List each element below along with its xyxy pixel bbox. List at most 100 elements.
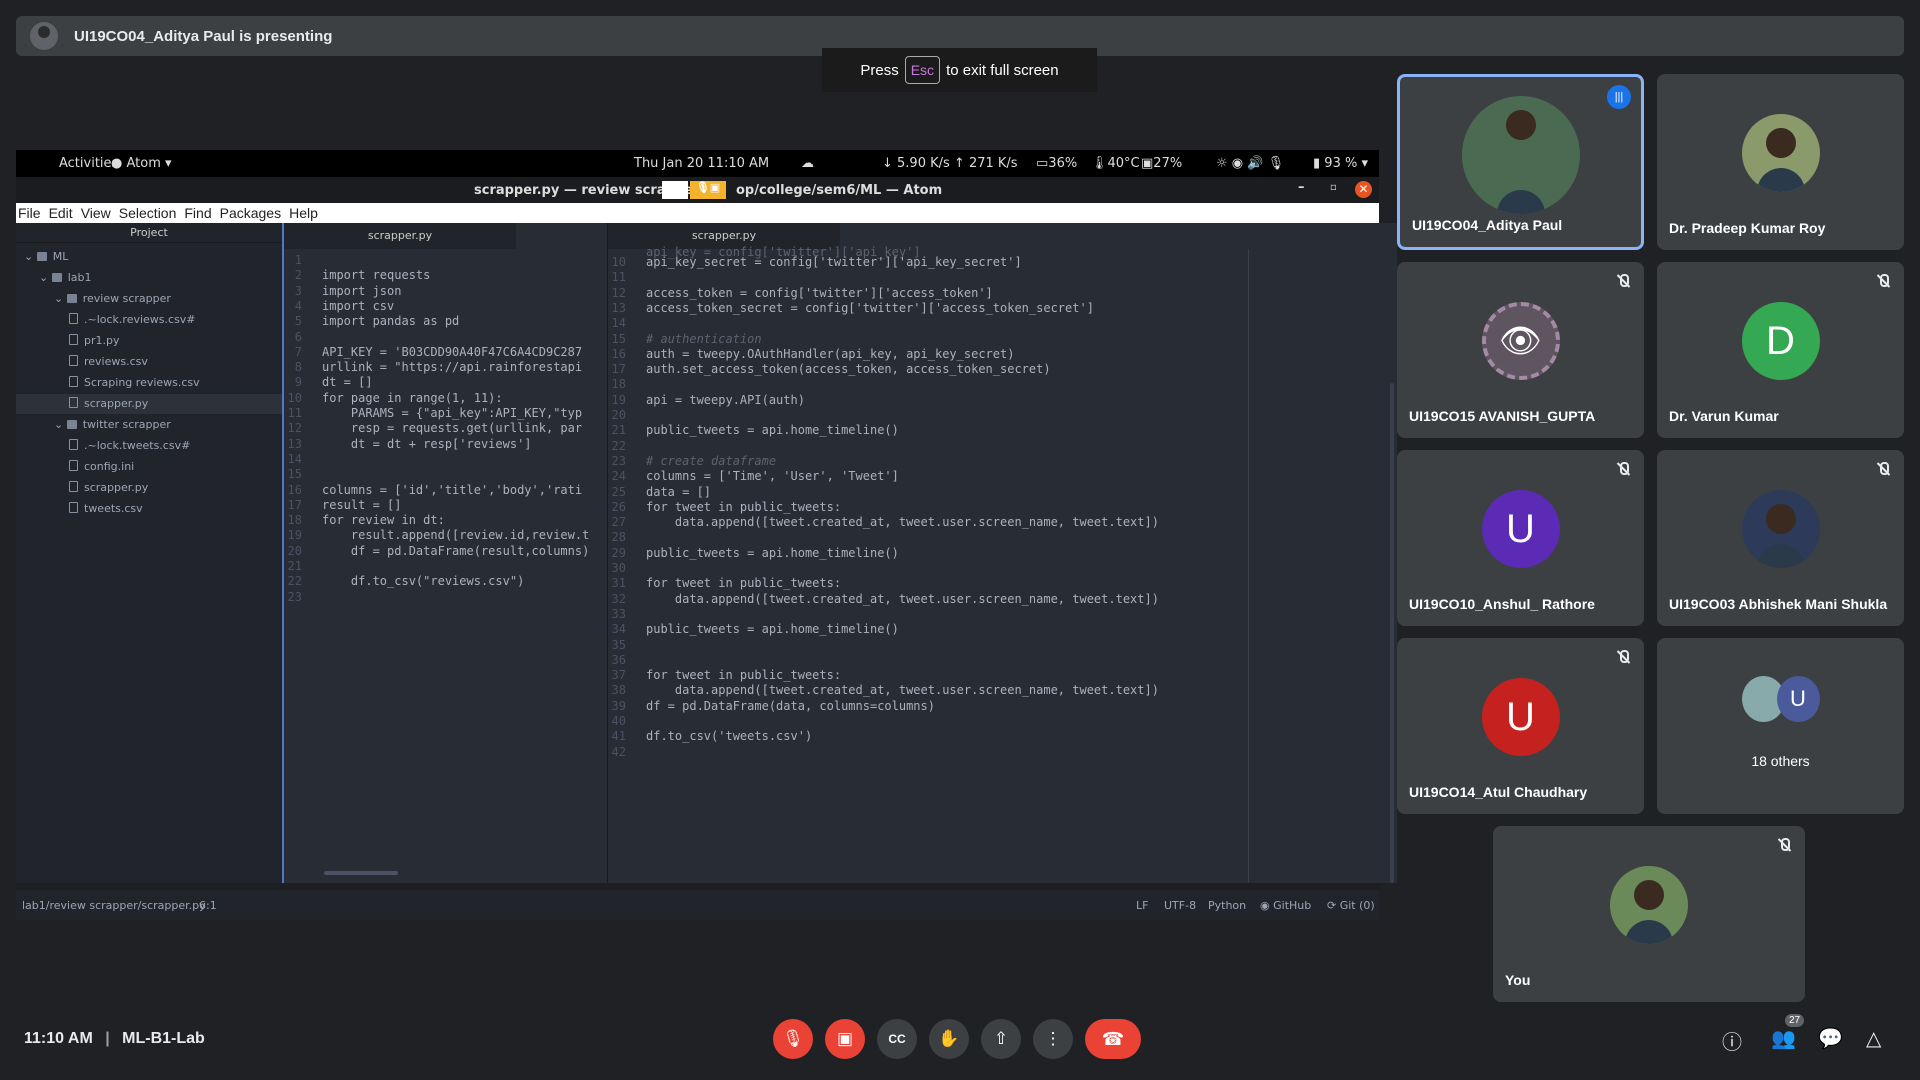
code-line[interactable]: public_tweets = api.home_timeline() xyxy=(646,546,899,560)
tree-item[interactable]: scrapper.py xyxy=(16,394,282,414)
code-line[interactable]: data.append([tweet.created_at, tweet.use… xyxy=(646,515,1159,529)
code-line[interactable]: dt = dt + resp['reviews'] xyxy=(322,437,532,451)
code-line[interactable]: data = [] xyxy=(646,485,711,499)
code-line[interactable]: PARAMS = {"api_key":API_KEY,"typ xyxy=(322,406,582,420)
captions-button[interactable]: CC xyxy=(877,1019,917,1059)
code-line[interactable]: access_token_secret = config['twitter'][… xyxy=(646,301,1094,315)
code-line[interactable]: data.append([tweet.created_at, tweet.use… xyxy=(646,592,1159,606)
tree-item[interactable]: scrapper.py xyxy=(16,478,148,498)
tree-item[interactable]: .~lock.tweets.csv# xyxy=(16,436,190,456)
chat-icon: 💬 xyxy=(1818,1028,1843,1050)
code-line[interactable]: for tweet in public_tweets: xyxy=(646,500,841,514)
line-ending[interactable]: LF xyxy=(1136,899,1148,912)
horizontal-scrollbar[interactable] xyxy=(324,871,398,875)
menu-view[interactable]: View xyxy=(79,203,117,223)
code-line[interactable]: import requests xyxy=(322,268,430,282)
menu-packages[interactable]: Packages xyxy=(218,203,287,223)
code-line[interactable]: columns = ['id','title','body','rati xyxy=(322,483,582,497)
code-line[interactable]: auth = tweepy.OAuthHandler(api_key, api_… xyxy=(646,347,1014,361)
code-line[interactable]: api_key_secret = config['twitter']['api_… xyxy=(646,255,1022,269)
menu-edit[interactable]: Edit xyxy=(47,203,79,223)
present-button[interactable]: ⇧ xyxy=(981,1019,1021,1059)
meeting-details-button[interactable]: ⓘ xyxy=(1722,1026,1742,1055)
tree-item[interactable]: Scraping reviews.csv xyxy=(16,373,200,393)
participant-tile[interactable]: U UI19CO14_Atul Chaudhary xyxy=(1397,638,1644,814)
tree-item[interactable]: ⌄ twitter scrapper xyxy=(16,415,171,435)
raise-hand-button[interactable]: ✋ xyxy=(929,1019,969,1059)
tree-item[interactable]: reviews.csv xyxy=(16,352,148,372)
right-editor-pane[interactable]: scrapper.py api_key = config['twitter'][… xyxy=(607,223,1397,883)
people-button[interactable]: 👥 27 xyxy=(1771,1014,1805,1051)
code-line[interactable]: import csv xyxy=(322,299,394,313)
tree-item[interactable]: ⌄ ML xyxy=(16,247,68,267)
vertical-scrollbar[interactable] xyxy=(1390,383,1394,883)
clock[interactable]: Thu Jan 20 11:10 AM xyxy=(634,156,769,171)
code-line[interactable]: for tweet in public_tweets: xyxy=(646,668,841,682)
code-line[interactable]: access_token = config['twitter']['access… xyxy=(646,286,993,300)
git-button[interactable]: ⟳ Git (0) xyxy=(1327,899,1375,912)
menu-file[interactable]: File xyxy=(16,203,47,223)
tree-item[interactable]: config.ini xyxy=(16,457,134,477)
tree-item[interactable]: tweets.csv xyxy=(16,499,143,519)
mic-off-button[interactable]: 🎙 xyxy=(773,1019,813,1059)
battery-indicator[interactable]: ▮ 93 % ▾ xyxy=(1313,156,1368,171)
participant-tile[interactable]: UI19CO03 Abhishek Mani Shukla xyxy=(1657,450,1904,626)
maximize-icon[interactable]: ▫ xyxy=(1330,182,1337,193)
participant-tile[interactable]: Dr. Pradeep Kumar Roy xyxy=(1657,74,1904,250)
close-icon[interactable]: ✕ xyxy=(1355,181,1372,198)
participant-tile[interactable]: UI19CO04_Aditya Paul ||| xyxy=(1397,74,1644,250)
activities-button[interactable]: Activities xyxy=(59,156,118,171)
code-line[interactable]: columns = ['Time', 'User', 'Tweet'] xyxy=(646,469,899,483)
participant-tile[interactable]: You xyxy=(1493,826,1805,1002)
code-line[interactable]: urllink = "https://api.rainforestapi xyxy=(322,360,582,374)
github-button[interactable]: ◉ GitHub xyxy=(1260,899,1311,912)
code-line[interactable]: public_tweets = api.home_timeline() xyxy=(646,423,899,437)
code-line[interactable]: api = tweepy.API(auth) xyxy=(646,393,805,407)
system-tray-icons[interactable]: ☼ ◉ 🔊 🎙 xyxy=(1216,156,1284,171)
code-line[interactable]: # create dataframe xyxy=(646,454,776,468)
tree-item[interactable]: pr1.py xyxy=(16,331,120,351)
tree-item[interactable]: .~lock.reviews.csv# xyxy=(16,310,196,330)
leave-call-button[interactable]: ☎ xyxy=(1085,1019,1141,1059)
code-line[interactable]: result = [] xyxy=(322,498,401,512)
code-line[interactable]: public_tweets = api.home_timeline() xyxy=(646,622,899,636)
more-options-button[interactable]: ⋮ xyxy=(1033,1019,1073,1059)
participant-tile[interactable]: U UI19CO10_Anshul_ Rathore xyxy=(1397,450,1644,626)
tree-item[interactable]: ⌄ lab1 xyxy=(16,268,92,288)
code-line[interactable]: dt = [] xyxy=(322,375,373,389)
participant-tile[interactable]: D Dr. Varun Kumar xyxy=(1657,262,1904,438)
participant-tile[interactable]: 👁 UI19CO15 AVANISH_GUPTA xyxy=(1397,262,1644,438)
left-editor-pane[interactable]: scrapper.py 1 2 import requests 3 import jso… xyxy=(282,223,607,883)
menu-selection[interactable]: Selection xyxy=(117,203,183,223)
code-line[interactable]: df.to_csv("reviews.csv") xyxy=(322,574,524,588)
chat-button[interactable]: 💬 xyxy=(1818,1026,1843,1051)
code-line[interactable]: for review in dt: xyxy=(322,513,445,527)
status-path[interactable]: lab1/review scrapper/scrapper.py xyxy=(22,899,206,912)
activities-button-meet[interactable]: △ xyxy=(1866,1026,1881,1051)
grammar[interactable]: Python xyxy=(1208,899,1246,912)
camera-off-button[interactable]: ▣ xyxy=(825,1019,865,1059)
code-line[interactable]: for tweet in public_tweets: xyxy=(646,576,841,590)
cursor-position[interactable]: 6:1 xyxy=(199,899,217,912)
encoding[interactable]: UTF-8 xyxy=(1164,899,1196,912)
code-line[interactable]: df = pd.DataFrame(result,columns) xyxy=(322,544,589,558)
participant-tile[interactable]: U 18 others xyxy=(1657,638,1904,814)
code-line[interactable]: df.to_csv('tweets.csv') xyxy=(646,729,812,743)
minimize-icon[interactable]: – xyxy=(1298,180,1305,195)
code-line[interactable]: for page in range(1, 11): xyxy=(322,391,503,405)
code-line[interactable]: API_KEY = 'B03CDD90A40F47C6A4CD9C287 xyxy=(322,345,582,359)
atom-app-menu[interactable]: ● Atom ▾ xyxy=(111,156,172,171)
code-line[interactable]: result.append([review.id,review.t xyxy=(322,528,589,542)
menu-help[interactable]: Help xyxy=(287,203,324,223)
code-line[interactable]: # authentication xyxy=(646,332,762,346)
code-line[interactable]: import json xyxy=(322,284,401,298)
code-line[interactable]: import pandas as pd xyxy=(322,314,459,328)
tree-item[interactable]: ⌄ review scrapper xyxy=(16,289,171,309)
code-line[interactable]: df = pd.DataFrame(data, columns=columns) xyxy=(646,699,935,713)
code-line[interactable]: data.append([tweet.created_at, tweet.use… xyxy=(646,683,1159,697)
meeting-code[interactable]: ML-B1-Lab xyxy=(122,1030,205,1047)
code-line[interactable]: auth.set_access_token(access_token, acce… xyxy=(646,362,1051,376)
code-line[interactable]: resp = requests.get(urllink, par xyxy=(322,421,582,435)
menu-find[interactable]: Find xyxy=(182,203,217,223)
tab-left-scrapper[interactable]: scrapper.py xyxy=(284,223,516,249)
